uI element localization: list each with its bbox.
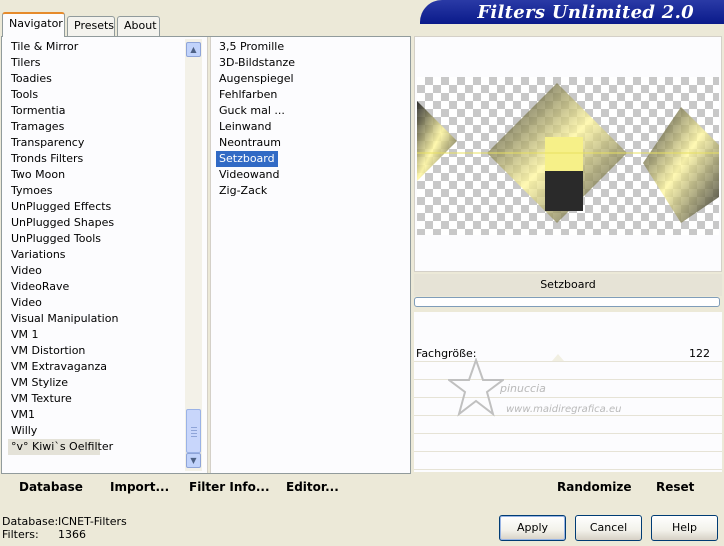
category-item[interactable]: VM Distortion [8,343,186,359]
database-button[interactable]: Database [19,480,83,494]
star-icon [446,356,506,417]
database-status-label: Database: [2,515,59,528]
cancel-button[interactable]: Cancel [575,515,642,541]
watermark: pinuccia www.maidiregrafica.eu [446,356,648,422]
filter-item[interactable]: Leinwand [216,119,406,135]
filter-item[interactable]: Videowand [216,167,406,183]
tab-about[interactable]: About [117,16,160,36]
randomize-button[interactable]: Randomize [557,480,631,494]
database-status-value: ICNET-Filters [58,515,127,528]
filter-item[interactable]: 3D-Bildstanze [216,55,406,71]
tab-navigator[interactable]: Navigator [2,12,65,37]
title-banner: Filters Unlimited 2.0 [420,0,724,24]
category-item[interactable]: VM 1 [8,327,186,343]
filter-list[interactable]: 3,5 Promille 3D-Bildstanze Augenspiegel Feh… [216,39,406,199]
category-item[interactable]: VM Texture [8,391,186,407]
filter-item[interactable]: Guck mal ... [216,103,406,119]
category-item[interactable]: Tronds Filters [8,151,186,167]
category-item[interactable]: VideoRave [8,279,186,295]
category-item[interactable]: VM Extravaganza [8,359,186,375]
category-item[interactable]: Two Moon [8,167,186,183]
filter-item[interactable]: 3,5 Promille [216,39,406,55]
preview-button-bar: Randomize Reset [414,476,722,500]
import-button[interactable]: Import... [110,480,169,494]
category-item[interactable]: °v° Kiwi`s Oelfilter [8,439,186,455]
reset-button[interactable]: Reset [656,480,694,494]
editor-button[interactable]: Editor... [286,480,339,494]
list-divider [207,37,211,473]
category-item[interactable]: Tools [8,87,186,103]
filter-item-label-selected: Setzboard [216,151,278,167]
category-item[interactable]: Tramages [8,119,186,135]
param-row-empty [414,436,722,452]
category-item[interactable]: Video [8,263,186,279]
category-item[interactable]: Variations [8,247,186,263]
filters-count-value: 1366 [58,528,86,541]
category-item[interactable]: Tormentia [8,103,186,119]
category-item[interactable]: Toadies [8,71,186,87]
tab-presets[interactable]: Presets [67,16,115,36]
filter-item[interactable]: Augenspiegel [216,71,406,87]
preview-shapes [417,83,719,223]
selected-filter-name: Setzboard [414,274,722,296]
category-list[interactable]: Tile & Mirror Tilers Toadies Tools Tormentia… [8,39,186,455]
category-scrollbar[interactable]: ▲ ▼ [185,39,202,471]
category-item[interactable]: Video [8,295,186,311]
scrollbar-thumb[interactable] [186,409,201,453]
category-item[interactable]: VM Stylize [8,375,186,391]
category-item[interactable]: Tilers [8,55,186,71]
param-value: 122 [689,347,710,360]
preview-image [417,77,719,235]
apply-button[interactable]: Apply [499,515,566,541]
category-item[interactable]: Willy [8,423,186,439]
filter-item[interactable]: Fehlfarben [216,87,406,103]
category-item[interactable]: UnPlugged Tools [8,231,186,247]
preview-area [414,36,722,272]
banner-title: Filters Unlimited 2.0 [477,2,694,23]
param-row-empty [414,454,722,470]
navigator-button-bar: Database Import... Filter Info... Editor… [1,476,411,500]
category-item[interactable]: Tile & Mirror [8,39,186,55]
category-item[interactable]: Transparency [8,135,186,151]
chevron-up-icon[interactable]: ▲ [186,42,201,57]
watermark-name: pinuccia [500,382,546,395]
filters-count-label: Filters: [2,528,39,541]
watermark-url: www.maidiregrafica.eu [506,404,622,415]
filter-item[interactable]: Zig-Zack [216,183,406,199]
category-item[interactable]: UnPlugged Effects [8,199,186,215]
navigator-panel: Tile & Mirror Tilers Toadies Tools Tormentia… [1,36,411,474]
progress-bar [414,297,720,307]
category-item[interactable]: Tymoes [8,183,186,199]
category-item[interactable]: UnPlugged Shapes [8,215,186,231]
filter-info-button[interactable]: Filter Info... [189,480,270,494]
category-item[interactable]: Visual Manipulation [8,311,186,327]
help-button[interactable]: Help [651,515,718,541]
filter-item[interactable]: Neontraum [216,135,406,151]
category-item[interactable]: VM1 [8,407,186,423]
status-info: Database:ICNET-Filters Filters: 1366 [2,515,127,541]
filter-item[interactable]: Setzboard [216,151,406,167]
chevron-down-icon[interactable]: ▼ [186,453,201,468]
category-item-label-selected: °v° Kiwi`s Oelfilter [8,439,113,455]
